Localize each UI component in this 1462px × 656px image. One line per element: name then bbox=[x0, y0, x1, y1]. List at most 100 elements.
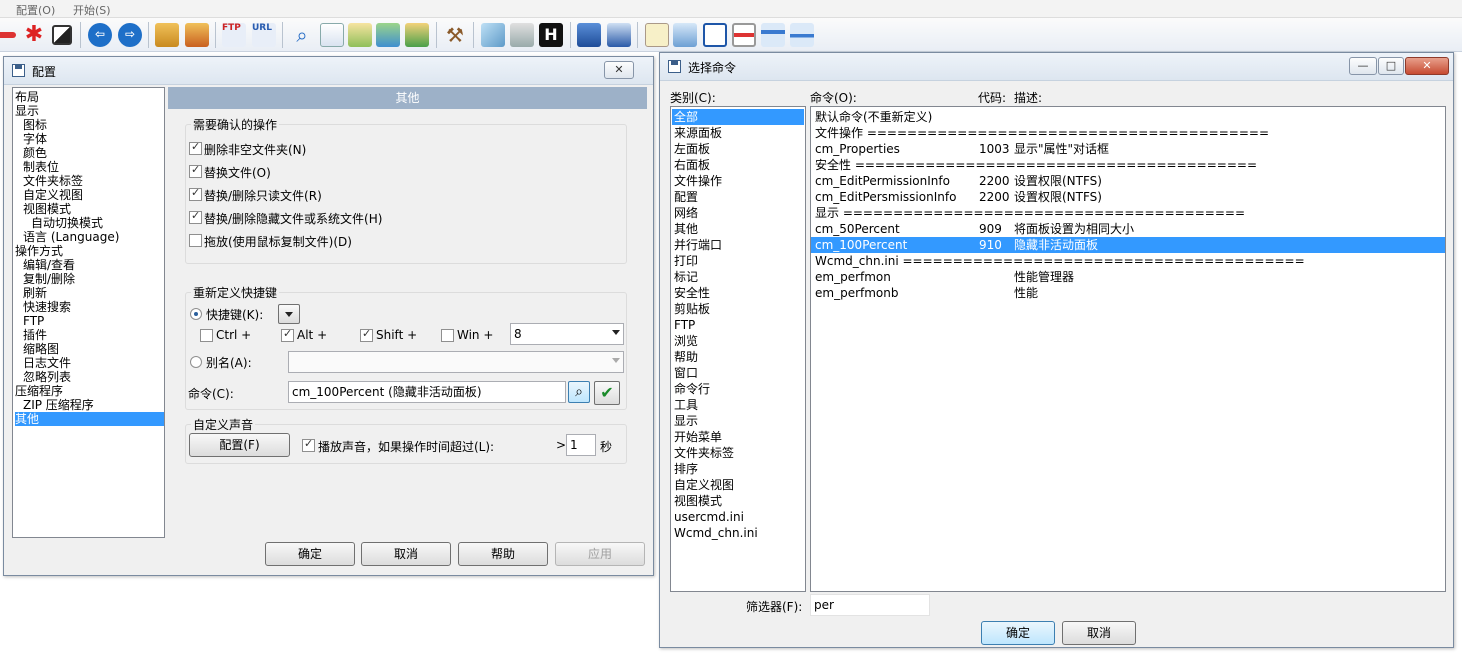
magnifier-icon[interactable]: ⌕ bbox=[568, 381, 590, 403]
category-item[interactable]: 排序 bbox=[672, 461, 804, 477]
command-row[interactable]: cm_100Percent 910 隐藏非活动面板 bbox=[811, 237, 1445, 253]
alias-combo[interactable] bbox=[288, 351, 624, 373]
confirm-checkbox[interactable] bbox=[189, 234, 202, 247]
search-icon[interactable]: ⌕ bbox=[290, 23, 314, 47]
tree-item[interactable]: 快速搜索 bbox=[23, 300, 71, 314]
menu-config[interactable]: 配置(O) bbox=[16, 2, 55, 18]
command-row[interactable]: cm_EditPersmissionInfo 2200 设置权限(NTFS) bbox=[811, 189, 1445, 205]
category-item[interactable]: 自定义视图 bbox=[672, 477, 804, 493]
key-select[interactable]: 8 bbox=[510, 323, 624, 345]
compare-icon[interactable] bbox=[405, 23, 429, 47]
category-item[interactable]: 文件夹标签 bbox=[672, 445, 804, 461]
hex-editor-icon[interactable]: H bbox=[539, 23, 563, 47]
command-row[interactable]: cm_Properties 1003 显示"属性"对话框 bbox=[811, 141, 1445, 157]
confirm-checkbox[interactable] bbox=[189, 163, 202, 178]
checkmark-icon[interactable]: ✔ bbox=[594, 381, 620, 405]
category-item[interactable]: 打印 bbox=[672, 253, 804, 269]
maximize-button[interactable]: □ bbox=[1378, 57, 1404, 75]
tree-item[interactable]: 操作方式 bbox=[15, 244, 63, 258]
category-item[interactable]: usercmd.ini bbox=[672, 509, 804, 525]
panel-bottom-icon[interactable] bbox=[790, 23, 814, 47]
category-item[interactable]: 窗口 bbox=[672, 365, 804, 381]
command-row[interactable]: em_perfmon 性能管理器 bbox=[811, 269, 1445, 285]
category-item[interactable]: 开始菜单 bbox=[672, 429, 804, 445]
category-item[interactable]: 视图模式 bbox=[672, 493, 804, 509]
close-button[interactable]: ✕ bbox=[1405, 57, 1449, 75]
confirm-checkbox[interactable] bbox=[189, 209, 202, 224]
panel-top-icon[interactable] bbox=[761, 23, 785, 47]
hotkey-radio[interactable] bbox=[190, 308, 202, 320]
category-item[interactable]: 帮助 bbox=[672, 349, 804, 365]
tree-item[interactable]: 视图模式 bbox=[23, 202, 71, 216]
tree-item[interactable]: 自定义视图 bbox=[23, 188, 83, 202]
forward-arrow-icon[interactable]: ⇨ bbox=[118, 23, 142, 47]
sync-dirs-icon[interactable] bbox=[376, 23, 400, 47]
apply-button[interactable]: 应用 bbox=[555, 542, 645, 566]
category-item[interactable]: 左面板 bbox=[672, 141, 804, 157]
screen-capture-icon[interactable] bbox=[607, 23, 631, 47]
notepad-icon[interactable] bbox=[481, 23, 505, 47]
category-item[interactable]: 右面板 bbox=[672, 157, 804, 173]
unpack-icon[interactable] bbox=[185, 23, 209, 47]
modifier-checkbox[interactable] bbox=[200, 329, 213, 342]
minus-icon[interactable] bbox=[0, 32, 16, 38]
settings-panel-icon[interactable] bbox=[673, 23, 697, 47]
confirm-checkbox[interactable] bbox=[189, 186, 202, 201]
category-item[interactable]: 其他 bbox=[672, 221, 804, 237]
confirm-checkbox[interactable] bbox=[189, 140, 202, 155]
help-button[interactable]: 帮助 bbox=[458, 542, 548, 566]
tree-item[interactable]: 语言 (Language) bbox=[23, 230, 119, 244]
tree-item[interactable]: ZIP 压缩程序 bbox=[23, 398, 94, 412]
category-item[interactable]: 命令行 bbox=[672, 381, 804, 397]
select-ok-button[interactable]: 确定 bbox=[981, 621, 1055, 645]
sound-config-button[interactable]: 配置(F) bbox=[189, 433, 290, 457]
modifier-checkbox[interactable] bbox=[281, 327, 294, 342]
window-icon[interactable] bbox=[703, 23, 727, 47]
pack-icon[interactable] bbox=[155, 23, 179, 47]
tree-item[interactable]: 显示 bbox=[15, 104, 39, 118]
filter-input[interactable]: per bbox=[810, 594, 930, 616]
category-item[interactable]: 文件操作 bbox=[672, 173, 804, 189]
tree-item[interactable]: 刷新 bbox=[23, 286, 47, 300]
minimize-button[interactable]: — bbox=[1349, 57, 1377, 75]
ftp-icon[interactable]: FTP bbox=[222, 23, 246, 47]
command-row[interactable]: 文件操作 ===================================… bbox=[811, 125, 1445, 141]
tree-item[interactable]: 其他 bbox=[15, 412, 164, 426]
tree-item[interactable]: 插件 bbox=[23, 328, 47, 342]
hotkey-dropdown-button[interactable] bbox=[278, 304, 300, 324]
command-row[interactable]: cm_EditPermissionInfo 2200 设置权限(NTFS) bbox=[811, 173, 1445, 189]
asterisk-icon[interactable]: ✱ bbox=[22, 23, 46, 47]
tree-item[interactable]: 日志文件 bbox=[23, 356, 71, 370]
tree-item[interactable]: 忽略列表 bbox=[23, 370, 71, 384]
sound-checkbox[interactable] bbox=[302, 437, 315, 452]
command-row[interactable]: cm_50Percent 909 将面板设置为相同大小 bbox=[811, 221, 1445, 237]
command-row[interactable]: 显示 =====================================… bbox=[811, 205, 1445, 221]
command-field[interactable]: cm_100Percent (隐藏非活动面板) bbox=[288, 381, 566, 403]
tree-item[interactable]: 颜色 bbox=[23, 146, 47, 160]
category-item[interactable]: 浏览 bbox=[672, 333, 804, 349]
calculator-icon[interactable] bbox=[510, 23, 534, 47]
modifier-checkbox[interactable] bbox=[360, 327, 373, 342]
category-item[interactable]: Wcmd_chn.ini bbox=[672, 525, 804, 541]
invert-selection-icon[interactable] bbox=[52, 25, 72, 45]
alias-radio[interactable] bbox=[190, 356, 202, 368]
category-item[interactable]: 显示 bbox=[672, 413, 804, 429]
tree-item[interactable]: 布局 bbox=[15, 90, 39, 104]
category-item[interactable]: 安全性 bbox=[672, 285, 804, 301]
notes-icon[interactable] bbox=[645, 23, 669, 47]
command-row[interactable]: em_perfmonb 性能 bbox=[811, 285, 1445, 301]
tree-item[interactable]: FTP bbox=[23, 314, 44, 328]
category-item[interactable]: 标记 bbox=[672, 269, 804, 285]
sound-seconds-field[interactable]: 1 bbox=[566, 434, 596, 456]
category-item[interactable]: 全部 bbox=[672, 109, 804, 125]
ok-button[interactable]: 确定 bbox=[265, 542, 355, 566]
tree-item[interactable]: 压缩程序 bbox=[15, 384, 63, 398]
category-item[interactable]: 剪贴板 bbox=[672, 301, 804, 317]
tree-item[interactable]: 复制/删除 bbox=[23, 272, 75, 286]
category-item[interactable]: 网络 bbox=[672, 205, 804, 221]
select-cancel-button[interactable]: 取消 bbox=[1062, 621, 1136, 645]
category-item[interactable]: 工具 bbox=[672, 397, 804, 413]
hammer-icon[interactable]: ⚒ bbox=[443, 23, 467, 47]
command-row[interactable]: 安全性 ====================================… bbox=[811, 157, 1445, 173]
category-item[interactable]: 来源面板 bbox=[672, 125, 804, 141]
